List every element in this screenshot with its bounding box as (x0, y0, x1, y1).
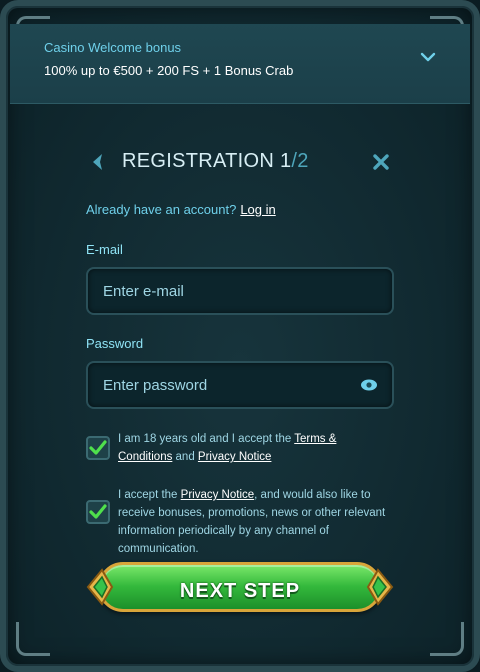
login-link[interactable]: Log in (240, 202, 275, 217)
checkmark-icon (89, 440, 107, 455)
marketing-text: I accept the Privacy Notice, and would a… (118, 486, 388, 558)
eye-icon[interactable] (360, 378, 378, 392)
email-input[interactable] (88, 269, 392, 313)
password-input[interactable] (88, 363, 392, 407)
marketing-checkbox[interactable] (86, 500, 110, 524)
gem-ornament-icon (86, 568, 114, 606)
password-label: Password (86, 336, 144, 351)
title-step-total: /2 (291, 150, 309, 172)
frame-corner-ornament (16, 622, 50, 656)
age-terms-text: I am 18 years old and I accept the Terms… (118, 430, 388, 466)
consent-text: and (172, 451, 198, 463)
password-field-box (86, 361, 394, 409)
page-title: REGISTRATION 1/2 (122, 150, 309, 173)
back-arrow-icon[interactable] (88, 152, 108, 172)
email-label: E-mail (86, 242, 123, 257)
gem-ornament-icon (366, 568, 394, 606)
next-step-label: NEXT STEP (179, 580, 301, 602)
consent-text: I am 18 years old and I accept the (118, 433, 295, 445)
checkmark-icon (89, 504, 107, 519)
frame-corner-ornament (430, 622, 464, 656)
login-prompt-text: Already have an account? (86, 202, 237, 217)
close-icon[interactable] (372, 153, 390, 171)
login-prompt: Already have an account? Log in (86, 202, 276, 217)
email-field-box (86, 267, 394, 315)
bonus-description: 100% up to €500 + 200 FS + 1 Bonus Crab (44, 63, 294, 78)
bonus-title: Casino Welcome bonus (44, 40, 182, 55)
next-step-button[interactable]: NEXT STEP (86, 558, 394, 616)
privacy-notice-link[interactable]: Privacy Notice (198, 451, 272, 463)
age-terms-checkbox[interactable] (86, 436, 110, 460)
title-step: REGISTRATION 1 (122, 150, 292, 172)
consent-text: I accept the (118, 489, 181, 501)
privacy-notice-link[interactable]: Privacy Notice (181, 489, 255, 501)
next-step-button-body[interactable]: NEXT STEP (98, 562, 382, 612)
chevron-down-icon[interactable] (420, 51, 436, 63)
registration-header: REGISTRATION 1/2 (86, 146, 394, 178)
welcome-bonus-banner[interactable]: Casino Welcome bonus 100% up to €500 + 2… (10, 24, 470, 104)
